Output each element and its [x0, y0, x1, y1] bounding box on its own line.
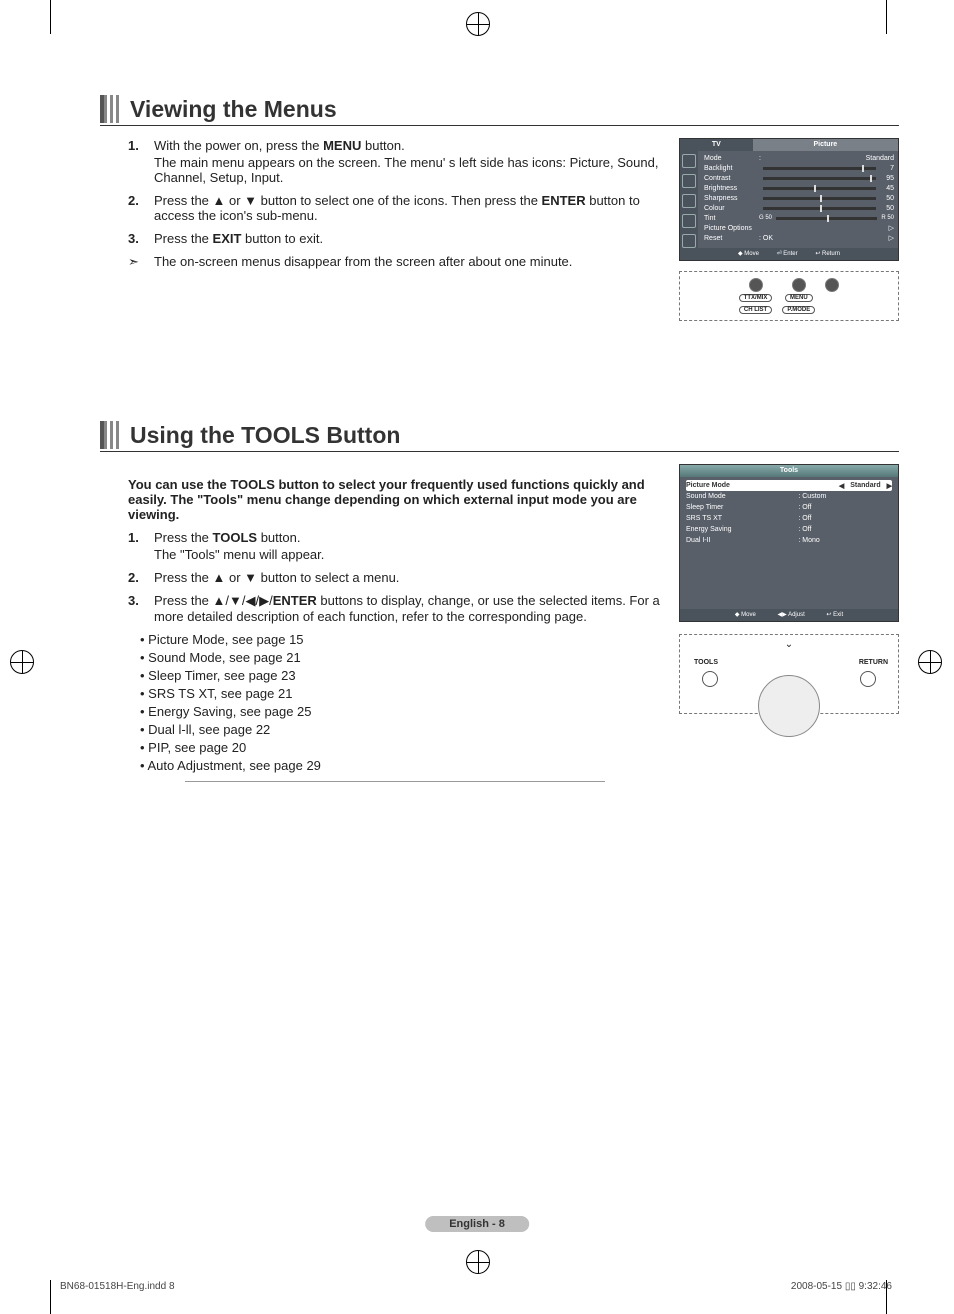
remote-closeup-2: ⌄ TOOLS RETURN: [679, 634, 899, 714]
tv-osd-tools-menu: Tools Picture Mode◀Standard▶Sound Mode: …: [679, 464, 899, 622]
section-viewing-title: Viewing the Menus: [130, 96, 337, 123]
tv-osd-picture-menu: TV Picture Mode:StandardBacklight7Contra…: [679, 138, 899, 261]
section1-text: 1.With the power on, press the MENU butt…: [100, 138, 661, 321]
osd-tab-picture: Picture: [753, 139, 898, 151]
print-footer: BN68-01518H-Eng.indd 8 2008-05-15 ▯▯ 9:3…: [60, 1281, 892, 1292]
page-number: English - 8: [425, 1218, 529, 1230]
manual-page: Viewing the Menus 1.With the power on, p…: [100, 95, 899, 1219]
section1-note: The on-screen menus disappear from the s…: [154, 254, 572, 270]
osd-tab-tv: TV: [680, 139, 753, 151]
tools-button-icon: [702, 671, 718, 687]
section2-intro: You can use the TOOLS button to select y…: [128, 477, 661, 522]
section-tools-heading: Using the TOOLS Button: [100, 421, 899, 452]
osd-footer: ◆ Move ⏎ Enter ↩ Return: [680, 248, 898, 260]
return-button-icon: [860, 671, 876, 687]
section-viewing-heading: Viewing the Menus: [100, 95, 899, 126]
section-tools-title: Using the TOOLS Button: [130, 422, 400, 449]
section2-text: You can use the TOOLS button to select y…: [100, 464, 661, 789]
remote-closeup-1: TTX/MIXCH LIST MENUP.MODE: [679, 271, 899, 321]
